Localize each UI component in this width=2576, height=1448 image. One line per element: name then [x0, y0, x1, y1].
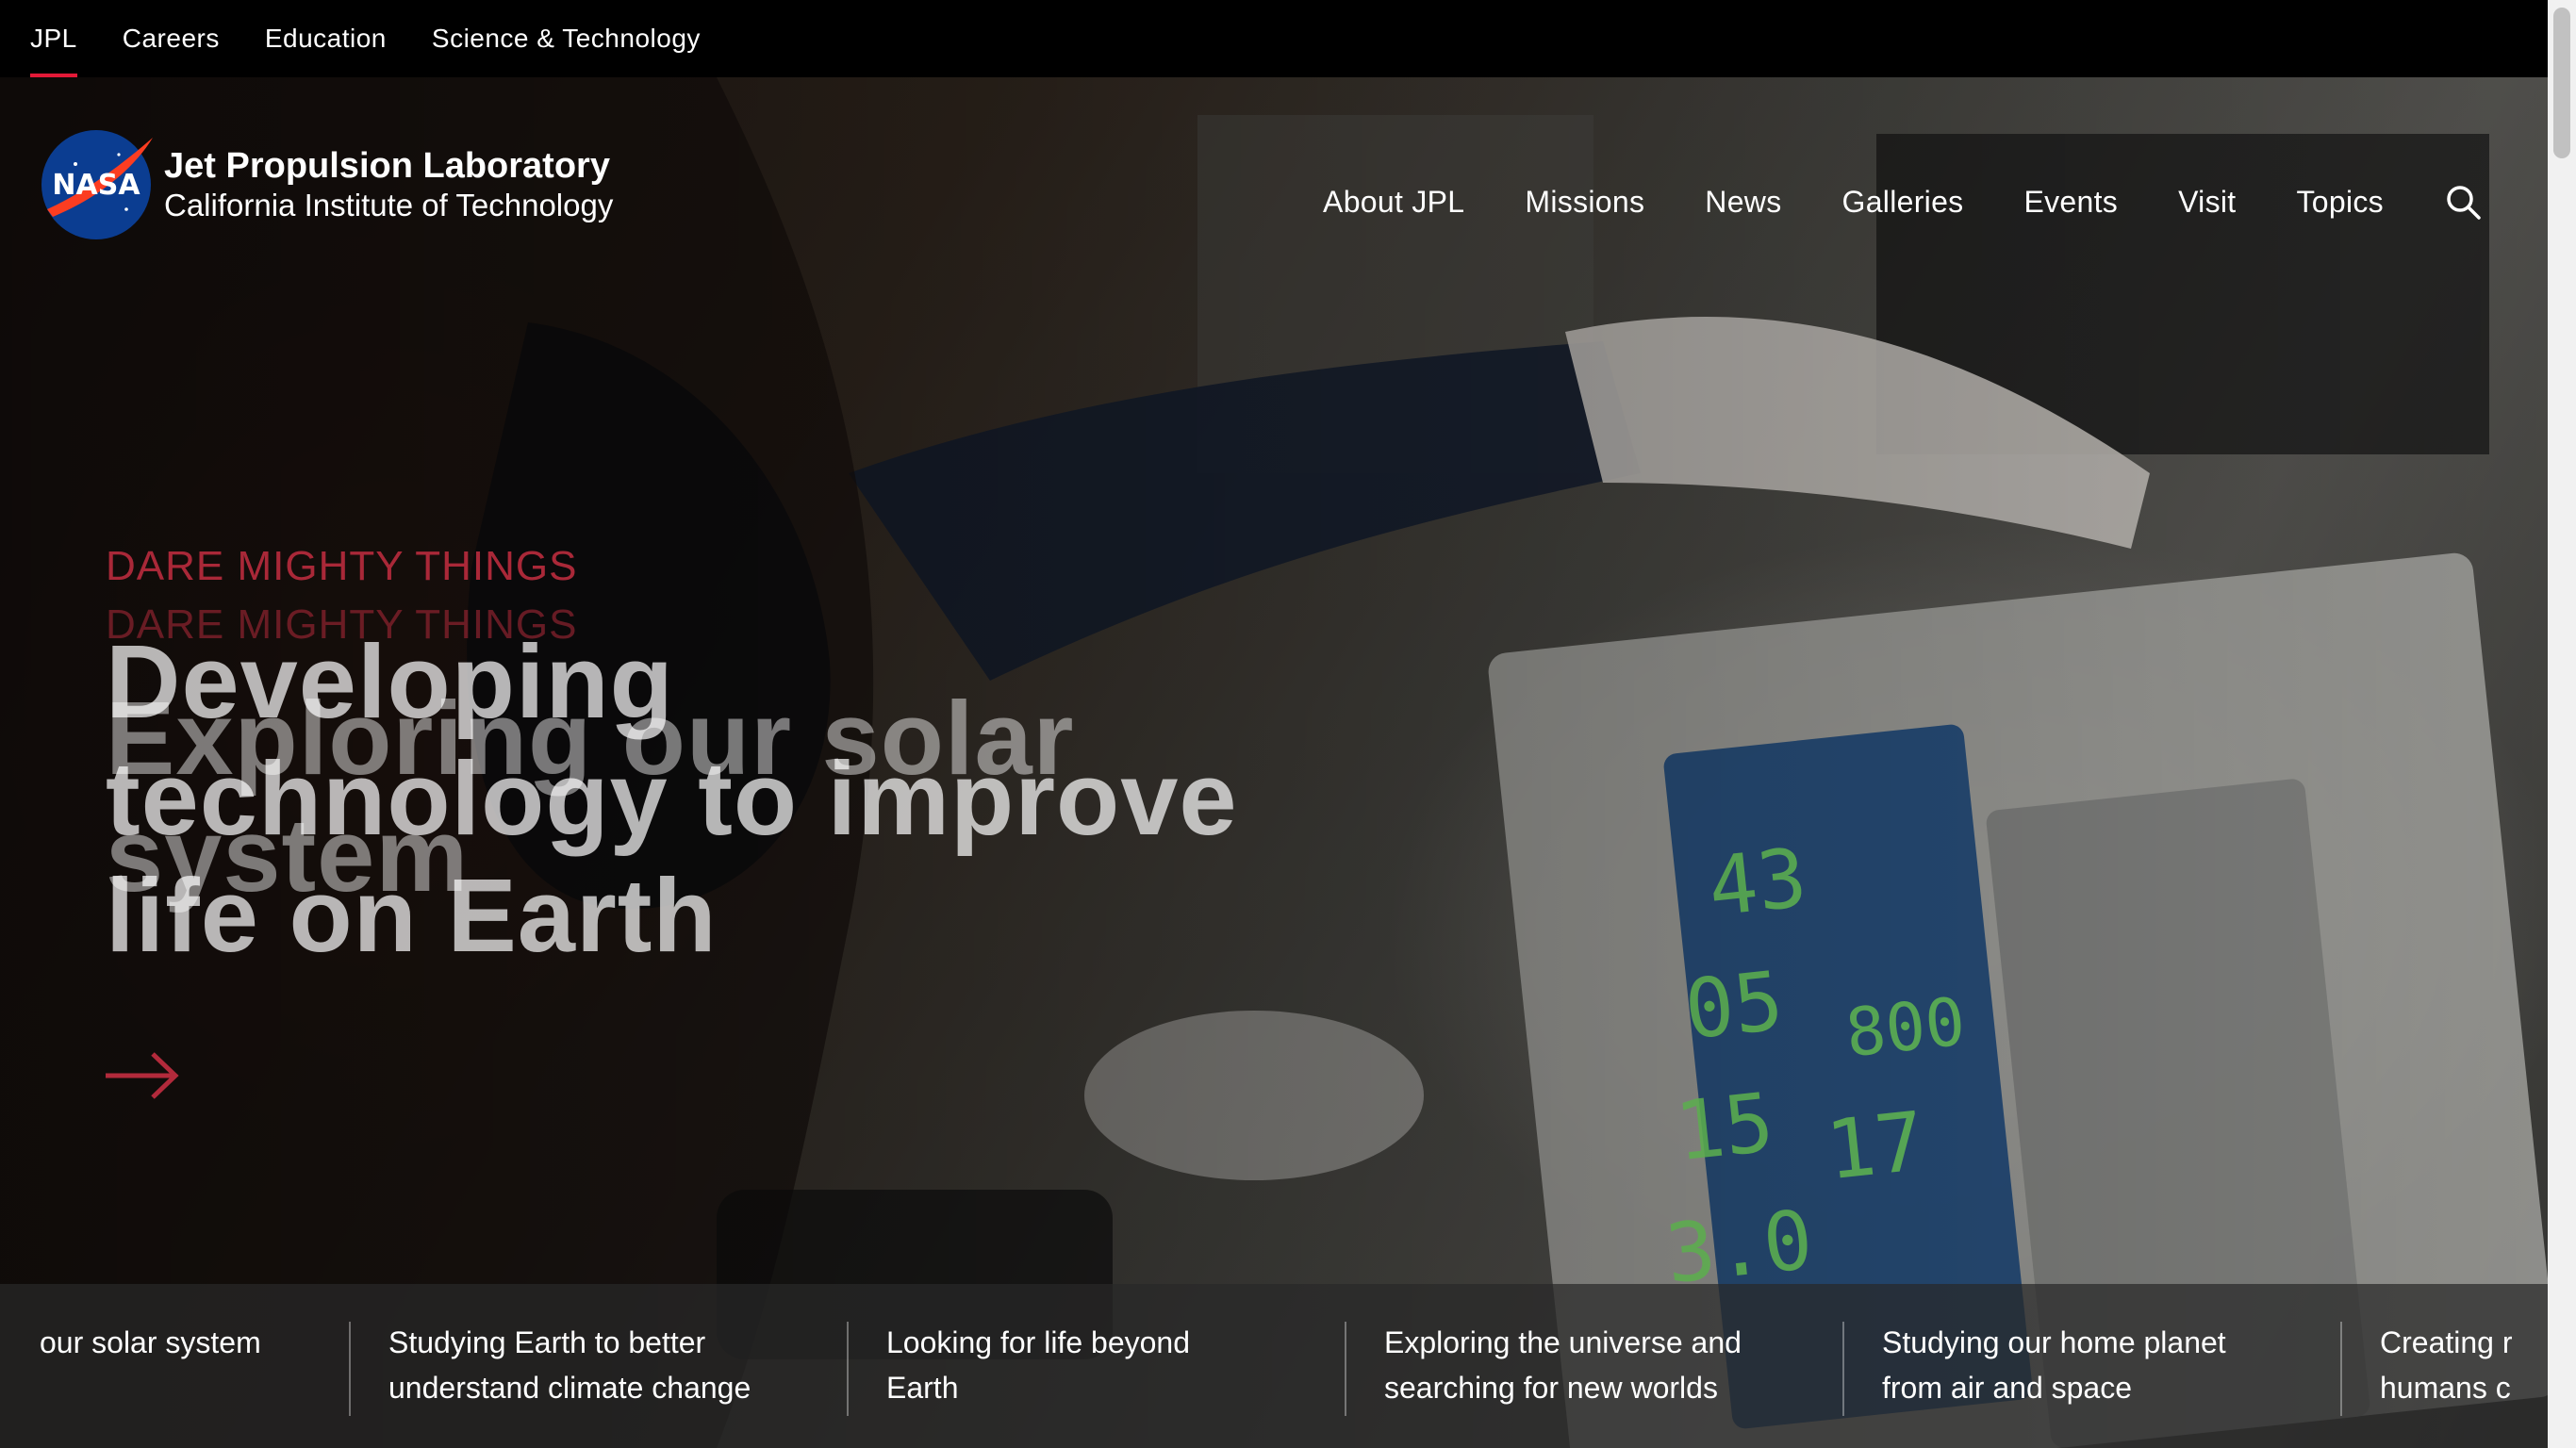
utility-link-jpl[interactable]: JPL — [30, 0, 77, 77]
scrollbar-thumb[interactable] — [2553, 8, 2570, 158]
nav-news[interactable]: News — [1705, 185, 1781, 220]
carousel-item[interactable]: our solar system — [40, 1320, 261, 1418]
carousel-item[interactable]: Studying Earth to better understand clim… — [388, 1320, 751, 1418]
carousel-item-text: Earth — [886, 1371, 959, 1405]
carousel-item-text: Studying our home planet — [1882, 1325, 2226, 1359]
utility-link-science-technology[interactable]: Science & Technology — [432, 0, 701, 77]
brand-subtitle: California Institute of Technology — [164, 188, 614, 222]
nav-about-jpl[interactable]: About JPL — [1323, 185, 1464, 220]
headline-line: technology to improve — [106, 741, 1238, 857]
topic-carousel: our solar system Studying Earth to bette… — [0, 1284, 2548, 1448]
main-nav: About JPL Missions News Galleries Events… — [1263, 155, 2482, 249]
svg-text:NASA: NASA — [52, 169, 140, 202]
carousel-divider — [847, 1322, 849, 1416]
carousel-divider — [349, 1322, 351, 1416]
carousel-item-text: searching for new worlds — [1384, 1371, 1718, 1405]
carousel-item[interactable]: Looking for life beyond Earth — [886, 1320, 1190, 1418]
utility-nav: JPL Careers Education Science & Technolo… — [30, 0, 746, 77]
arrow-right-icon[interactable] — [106, 1048, 179, 1103]
carousel-divider — [1345, 1322, 1346, 1416]
nav-topics[interactable]: Topics — [2296, 185, 2384, 220]
search-icon[interactable] — [2444, 183, 2482, 221]
carousel-item-text: Creating r — [2380, 1325, 2513, 1359]
carousel-item[interactable]: Exploring the universe and searching for… — [1384, 1320, 1742, 1418]
site-brand[interactable]: NASA Jet Propulsion Laboratory Californi… — [38, 126, 613, 243]
nav-missions[interactable]: Missions — [1525, 185, 1644, 220]
nav-events[interactable]: Events — [2023, 185, 2118, 220]
hero-headline: Developing technology to improve life on… — [106, 624, 1238, 975]
headline-line: Developing — [106, 624, 674, 740]
carousel-item-text: humans c — [2380, 1371, 2511, 1405]
utility-bar: JPL Careers Education Science & Technolo… — [0, 0, 2548, 77]
carousel-item-text: our solar system — [40, 1325, 261, 1359]
utility-link-careers[interactable]: Careers — [123, 0, 220, 77]
carousel-item-text: Exploring the universe and — [1384, 1325, 1742, 1359]
carousel-divider — [1842, 1322, 1844, 1416]
utility-link-education[interactable]: Education — [265, 0, 387, 77]
carousel-item[interactable]: Studying our home planet from air and sp… — [1882, 1320, 2226, 1418]
headline-line: life on Earth — [106, 858, 718, 974]
carousel-item-text: from air and space — [1882, 1371, 2133, 1405]
nasa-logo-icon: NASA — [41, 130, 153, 239]
brand-title: Jet Propulsion Laboratory — [164, 146, 610, 186]
nav-galleries[interactable]: Galleries — [1842, 185, 1964, 220]
hero-kicker: DARE MIGHTY THINGS — [106, 543, 578, 589]
nav-visit[interactable]: Visit — [2178, 185, 2236, 220]
carousel-item-text: Studying Earth to better — [388, 1325, 706, 1359]
brand-text: Jet Propulsion Laboratory California Ins… — [164, 145, 613, 224]
hero-section: 43 05 800 15 17 3.0 NASA Jet Propulsion … — [0, 77, 2548, 1448]
carousel-item-text: Looking for life beyond — [886, 1325, 1190, 1359]
carousel-divider — [2340, 1322, 2342, 1416]
carousel-item[interactable]: Creating r humans c — [2380, 1320, 2548, 1418]
carousel-item-text: understand climate change — [388, 1371, 751, 1405]
page-scrollbar[interactable] — [2548, 0, 2576, 1448]
